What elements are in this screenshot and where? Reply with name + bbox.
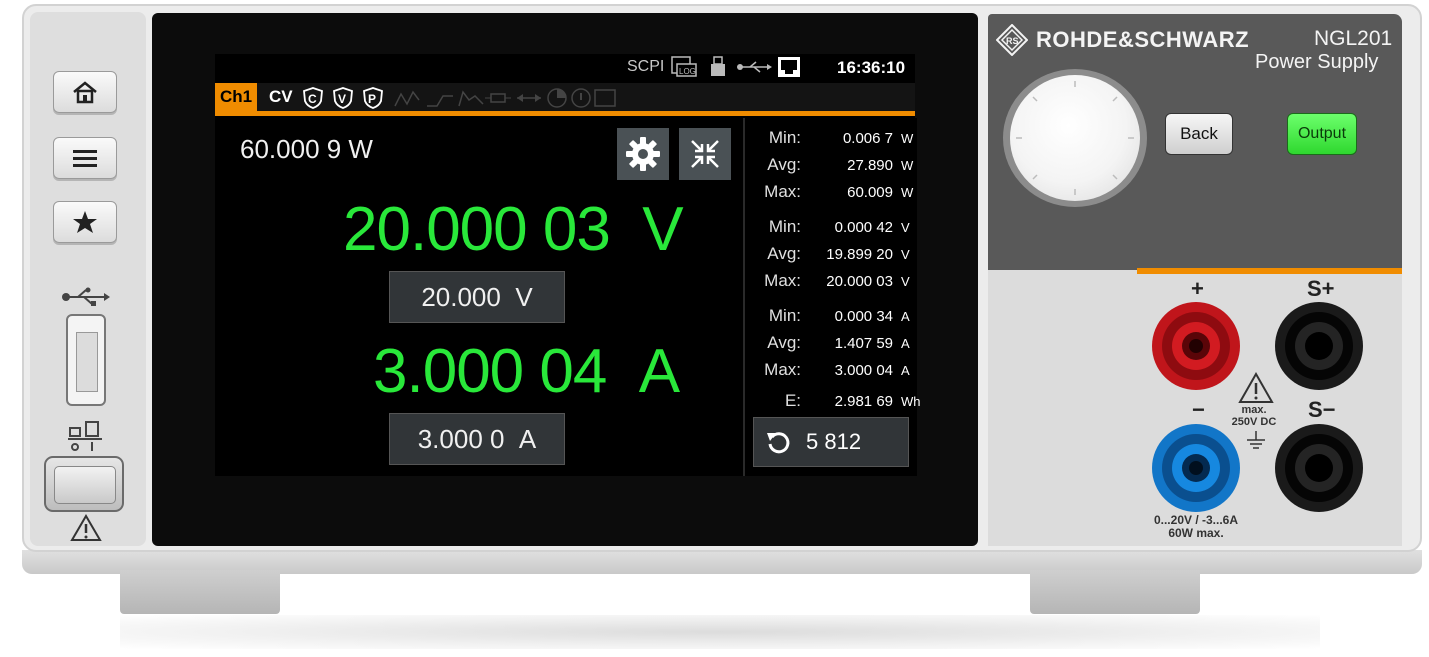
stat-voltage-min: Min: 0.000 42 V [768,217,910,236]
current-setpoint-value: 3.000 0 [417,423,505,454]
current-reading: 3.000 04 A [373,336,680,407]
current-setpoint-unit: A [518,423,537,454]
scpi-indicator: SCPI [627,58,665,75]
current-protection-label: C [308,92,317,106]
right-foot [1030,570,1200,614]
home-button[interactable] [53,71,117,113]
plus-terminal[interactable] [1150,300,1242,392]
gear-icon [626,137,660,171]
sense-minus-terminal[interactable] [1273,422,1365,514]
power-reading: 60.000 9 W [240,134,373,164]
power-protection-label: P [368,92,376,106]
knob-ticks [1016,81,1134,195]
statistics-reset-button[interactable]: 5 812 [753,417,909,467]
current-value: 3.000 04 [373,337,607,406]
current-setpoint-field[interactable]: 3.000 0 A [389,413,565,465]
usb-icon [737,61,772,73]
usb-stick-icon [711,56,725,76]
stat-voltage-avg: Avg: 19.899 20 V [767,244,910,263]
channel-tab[interactable]: Ch1 [215,83,257,111]
minus-label: − [1192,397,1205,422]
svg-text:LOG: LOG [679,67,696,76]
sense-minus-label: S− [1308,397,1336,422]
regulation-mode: CV [269,87,293,106]
settings-button[interactable] [617,128,669,180]
menu-icon [73,150,97,167]
voltage-reading: 20.000 03 V [343,194,684,265]
stat-power-max: Max: 60.009 W [764,182,914,201]
voltage-protection-icon: V [333,87,353,109]
voltage-setpoint-field[interactable]: 20.000 V [389,271,565,323]
usb-port-slot [76,332,98,392]
voltage-value: 20.000 03 [343,195,611,264]
output-rating: 0...20V / -3...6A 60W max. [1140,514,1252,540]
left-foot [120,570,280,614]
svg-text:RS: RS [1006,36,1019,46]
plus-label: + [1191,276,1204,301]
star-icon [73,211,97,233]
ground-icon [1247,431,1265,449]
voltage-setpoint-value: 20.000 [421,281,501,312]
inactive-function-icons [394,88,616,108]
statistics-panel: Min: 0.006 7W Avg: 27.890 W Max: 60.009 W Min… [743,118,921,476]
stat-current-max: Max: 3.000 04 A [764,360,910,379]
favorites-button[interactable] [53,201,117,243]
display: SCPI LOG 16:36:10 Ch1 CV C V P 60.000 9 … [215,54,921,476]
sense-plus-terminal[interactable] [1273,300,1365,392]
voltage-setpoint-unit: V [515,281,533,312]
menu-button[interactable] [53,137,117,179]
clock: 16:36:10 [837,58,906,77]
sample-counter: 5 812 [806,429,862,454]
voltage-warning-line-1: max. [1241,404,1267,416]
rs-logo-icon: RS [996,24,1028,56]
sense-plus-label: S+ [1307,276,1335,301]
stat-power-avg: Avg: 27.890 W [767,155,914,174]
current-protection-icon: C [303,87,323,109]
usb-port[interactable] [66,314,106,406]
output-button[interactable]: Output [1287,113,1357,155]
power-protection-icon: P [363,87,383,109]
standby-symbol-icon [68,421,102,451]
stat-current-min: Min: 0.000 34 A [768,306,910,325]
current-unit: A [638,337,680,406]
stat-current-avg: Avg: 1.407 59 A [767,333,910,352]
power-button[interactable] [44,456,124,512]
voltage-warning: max. 250V DC [1228,404,1280,428]
usb-symbol-icon [62,287,110,306]
lan-icon [778,57,800,77]
channel-bar-accent [215,111,915,116]
stat-voltage-max: Max: 20.000 03 V [764,271,910,290]
home-icon [73,81,97,104]
log-icon: LOG [671,56,697,77]
warning-icon [70,514,102,541]
accent-strip [1137,268,1402,274]
brand-name: ROHDE&SCHWARZ [1036,27,1250,52]
device-type: Power Supply [1255,51,1379,73]
model-name: NGL201 [1314,27,1393,50]
voltage-warning-line-2: 250V DC [1231,416,1277,428]
bench-shadow [120,615,1320,649]
collapse-view-button[interactable] [679,128,731,180]
voltage-protection-label: V [338,92,346,106]
terminal-warning-icon [1238,372,1274,403]
reset-icon [767,432,790,454]
stat-energy: E: 2.981 69 Wh [784,391,921,410]
output-rating-line-2: 60W max. [1168,526,1224,540]
voltage-unit: V [642,195,683,264]
back-button[interactable]: Back [1165,113,1233,155]
minus-terminal[interactable] [1150,422,1242,514]
stat-power-min: Min: 0.006 7W [768,128,914,147]
collapse-icon [691,140,719,168]
power-button-face [54,466,116,504]
